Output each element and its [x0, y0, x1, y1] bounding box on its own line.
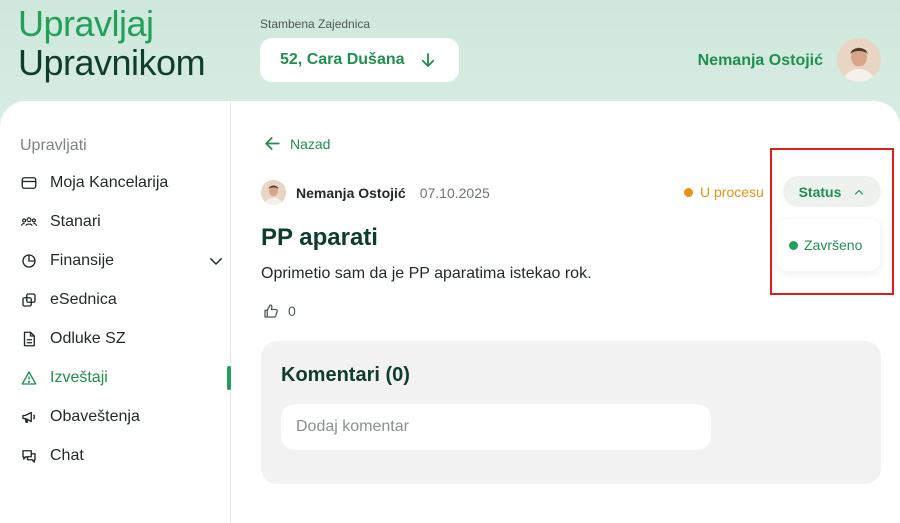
thumbs-up-icon — [264, 304, 278, 318]
sidebar-item-label: eSednica — [50, 291, 117, 308]
chevron-down-icon[interactable] — [207, 252, 225, 270]
app-logo[interactable]: Upravljaj Upravnikom — [18, 3, 206, 83]
current-status-label: U procesu — [700, 184, 764, 200]
user-avatar-icon — [261, 180, 286, 205]
author-avatar — [261, 180, 286, 205]
back-label: Nazad — [290, 135, 331, 152]
sidebar-item-obavestenja[interactable]: Obaveštenja — [20, 402, 230, 432]
megaphone-icon — [22, 411, 36, 423]
avatar[interactable] — [837, 38, 881, 82]
report-title: PP aparati — [261, 224, 378, 251]
active-indicator — [227, 366, 231, 390]
sidebar-item-label: Chat — [50, 447, 84, 464]
sidebar-item-esednica[interactable]: eSednica — [20, 285, 230, 315]
sidebar-item-label: Finansije — [50, 252, 115, 269]
building-select-label: 52, Cara Dušana — [280, 51, 405, 68]
users-icon — [20, 217, 38, 226]
chat-icon — [22, 450, 36, 463]
sidebar-item-label: Stanari — [50, 213, 101, 230]
comments-section: Komentari (0) — [261, 341, 881, 484]
logo-line2: Upravnikom — [18, 42, 206, 83]
app-header: Upravljaj Upravnikom Stambena Zajednica … — [0, 0, 900, 110]
like-count: 0 — [288, 303, 296, 319]
arrow-left-icon — [265, 137, 280, 150]
community-label: Stambena Zajednica — [260, 17, 371, 31]
arrow-down-icon — [421, 53, 434, 67]
highlight-box — [770, 148, 894, 295]
pie-chart-icon — [22, 254, 36, 268]
user-name[interactable]: Nemanja Ostojić — [698, 52, 823, 70]
user-avatar-icon — [837, 38, 881, 82]
sidebar-item-izvestaji[interactable]: Izveštaji — [20, 363, 230, 393]
sidebar-item-label: Moja Kancelarija — [50, 174, 169, 191]
warning-icon — [21, 371, 37, 385]
current-status: U procesu — [684, 184, 764, 200]
report-meta: Nemanja Ostojić 07.10.2025 — [261, 180, 490, 205]
sidebar-title: Upravljati — [20, 137, 87, 154]
sidebar-item-finansije[interactable]: Finansije — [20, 246, 230, 276]
sidebar-item-odluke-sz[interactable]: Odluke SZ — [20, 324, 230, 354]
report-date: 07.10.2025 — [419, 184, 490, 201]
report-author: Nemanja Ostojić — [296, 184, 406, 201]
sidebar-item-label: Izveštaji — [50, 369, 108, 386]
building-select[interactable]: 52, Cara Dušana — [260, 38, 459, 82]
wallet-icon — [21, 177, 37, 189]
like-button[interactable]: 0 — [262, 302, 296, 320]
document-icon — [23, 331, 35, 347]
status-dot-icon — [684, 187, 693, 197]
logo-line1: Upravljaj — [18, 3, 154, 44]
comment-input[interactable] — [281, 404, 711, 450]
report-description: Oprimetio sam da je PP aparatima istekao… — [261, 265, 592, 282]
sidebar-item-label: Obaveštenja — [50, 408, 140, 425]
sidebar-item-moja-kancelarija[interactable]: Moja Kancelarija — [20, 168, 230, 198]
copy-icon — [22, 293, 36, 307]
back-link[interactable]: Nazad — [263, 134, 330, 153]
sidebar-item-chat[interactable]: Chat — [20, 441, 230, 471]
sidebar-item-stanari[interactable]: Stanari — [20, 207, 230, 237]
comments-title: Komentari (0) — [281, 364, 410, 386]
sidebar-item-label: Odluke SZ — [50, 330, 126, 347]
sidebar: Upravljati Moja Kancelarija Stanari Fina… — [0, 101, 231, 523]
